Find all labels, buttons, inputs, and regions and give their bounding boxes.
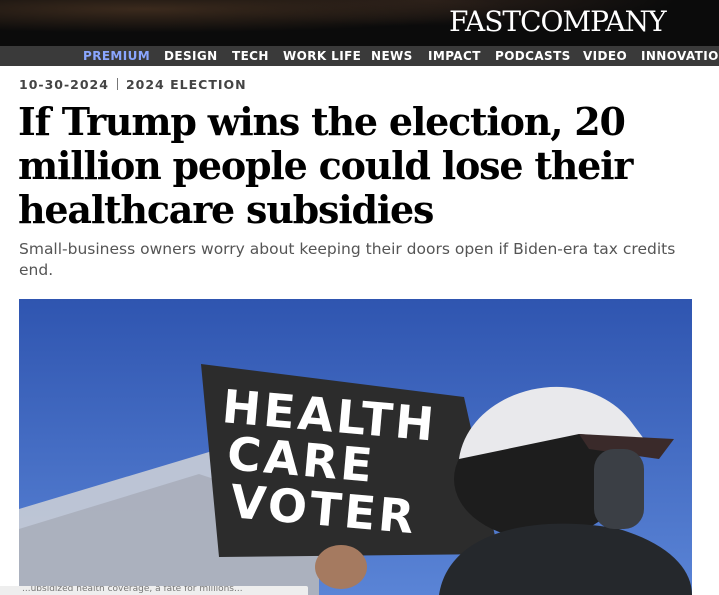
nav-item-video[interactable]: VIDEO	[583, 46, 627, 66]
article-category[interactable]: 2024 ELECTION	[126, 77, 247, 92]
section-nav: PREMIUM DESIGN TECH WORK LIFE NEWS IMPAC…	[0, 46, 719, 66]
nav-item-tech[interactable]: TECH	[232, 46, 269, 66]
nav-item-premium[interactable]: PREMIUM	[83, 46, 150, 66]
nav-item-news[interactable]: NEWS	[371, 46, 413, 66]
image-caption: ...ubsidized health coverage, a fate for…	[0, 586, 308, 595]
hand	[315, 545, 367, 589]
face-mask	[594, 449, 644, 529]
article-hero-image: HEALTH CARE VOTER	[19, 299, 692, 595]
article-meta: 10-30-2024 2024 ELECTION	[19, 77, 247, 93]
article-date: 10-30-2024	[19, 77, 109, 92]
nav-item-podcasts[interactable]: PODCASTS	[495, 46, 571, 66]
nav-item-work-life[interactable]: WORK LIFE	[283, 46, 361, 66]
article-headline: If Trump wins the election, 20 million p…	[18, 99, 633, 232]
meta-divider	[116, 78, 118, 90]
nav-item-design[interactable]: DESIGN	[164, 46, 218, 66]
site-header: FASTCOMPANY	[0, 0, 719, 46]
hero-photo-illustration: HEALTH CARE VOTER	[19, 299, 692, 595]
site-logo[interactable]: FASTCOMPANY	[449, 5, 667, 39]
nav-item-innovation[interactable]: INNOVATIO	[641, 46, 719, 66]
nav-item-impact[interactable]: IMPACT	[428, 46, 481, 66]
article-dek: Small-business owners worry about keepin…	[19, 240, 676, 279]
